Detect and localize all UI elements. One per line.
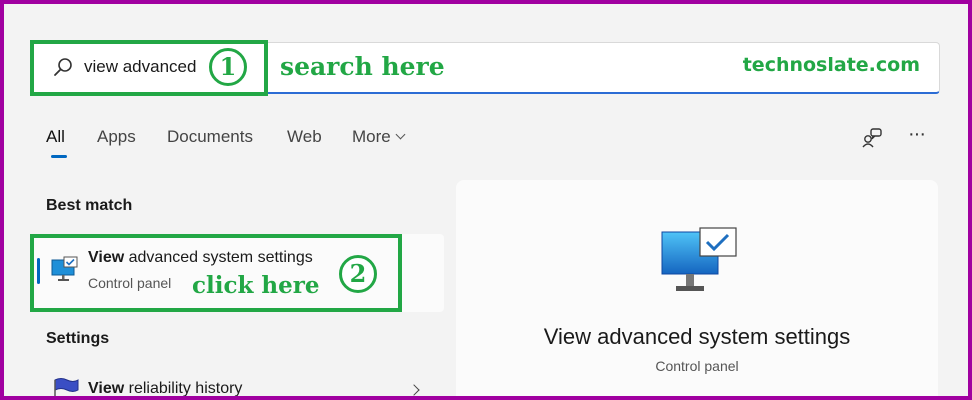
tab-web[interactable]: Web	[287, 126, 322, 148]
tab-more[interactable]: More	[352, 126, 406, 148]
settings-heading: Settings	[46, 330, 110, 347]
chevron-down-icon	[395, 129, 406, 140]
active-tab-indicator	[51, 155, 67, 158]
step-2-marker: 2	[339, 255, 377, 293]
search-icon	[54, 58, 72, 76]
preview-title: View advanced system settings	[543, 324, 851, 349]
tab-all[interactable]: All	[46, 126, 65, 148]
tab-documents[interactable]: Documents	[167, 126, 253, 148]
preview-subtitle: Control panel	[655, 358, 739, 374]
search-annotation: search here	[280, 52, 445, 81]
chat-people-icon[interactable]	[860, 126, 884, 150]
reliability-flag-icon	[54, 378, 79, 396]
preview-pane: View advanced system settings Control pa…	[456, 180, 938, 396]
best-match-heading: Best match	[46, 197, 133, 214]
tab-apps[interactable]: Apps	[97, 126, 136, 148]
selection-accent	[37, 258, 40, 284]
system-settings-icon	[51, 256, 78, 281]
search-input[interactable]: view advanced	[84, 56, 196, 78]
step-1-marker: 1	[209, 48, 247, 86]
search-panel: view advanced 1 search here technoslate.…	[4, 4, 968, 396]
brand-watermark: technoslate.com	[742, 54, 920, 76]
settings-item-rest: reliability history	[124, 380, 243, 396]
best-match-title: View advanced system settings	[88, 249, 313, 267]
ellipsis-icon[interactable]: ···	[908, 124, 938, 150]
settings-item-bold: View	[88, 380, 125, 396]
best-match-subtitle: Control panel	[88, 275, 172, 291]
best-match-title-bold: View	[88, 249, 125, 266]
chevron-right-icon[interactable]	[408, 384, 420, 396]
best-match-title-rest: advanced system settings	[124, 249, 313, 266]
settings-item-reliability-history[interactable]: View reliability history	[88, 380, 242, 396]
click-annotation: click here	[192, 272, 320, 299]
system-settings-large-icon	[661, 227, 737, 291]
tab-more-label: More	[352, 127, 391, 146]
